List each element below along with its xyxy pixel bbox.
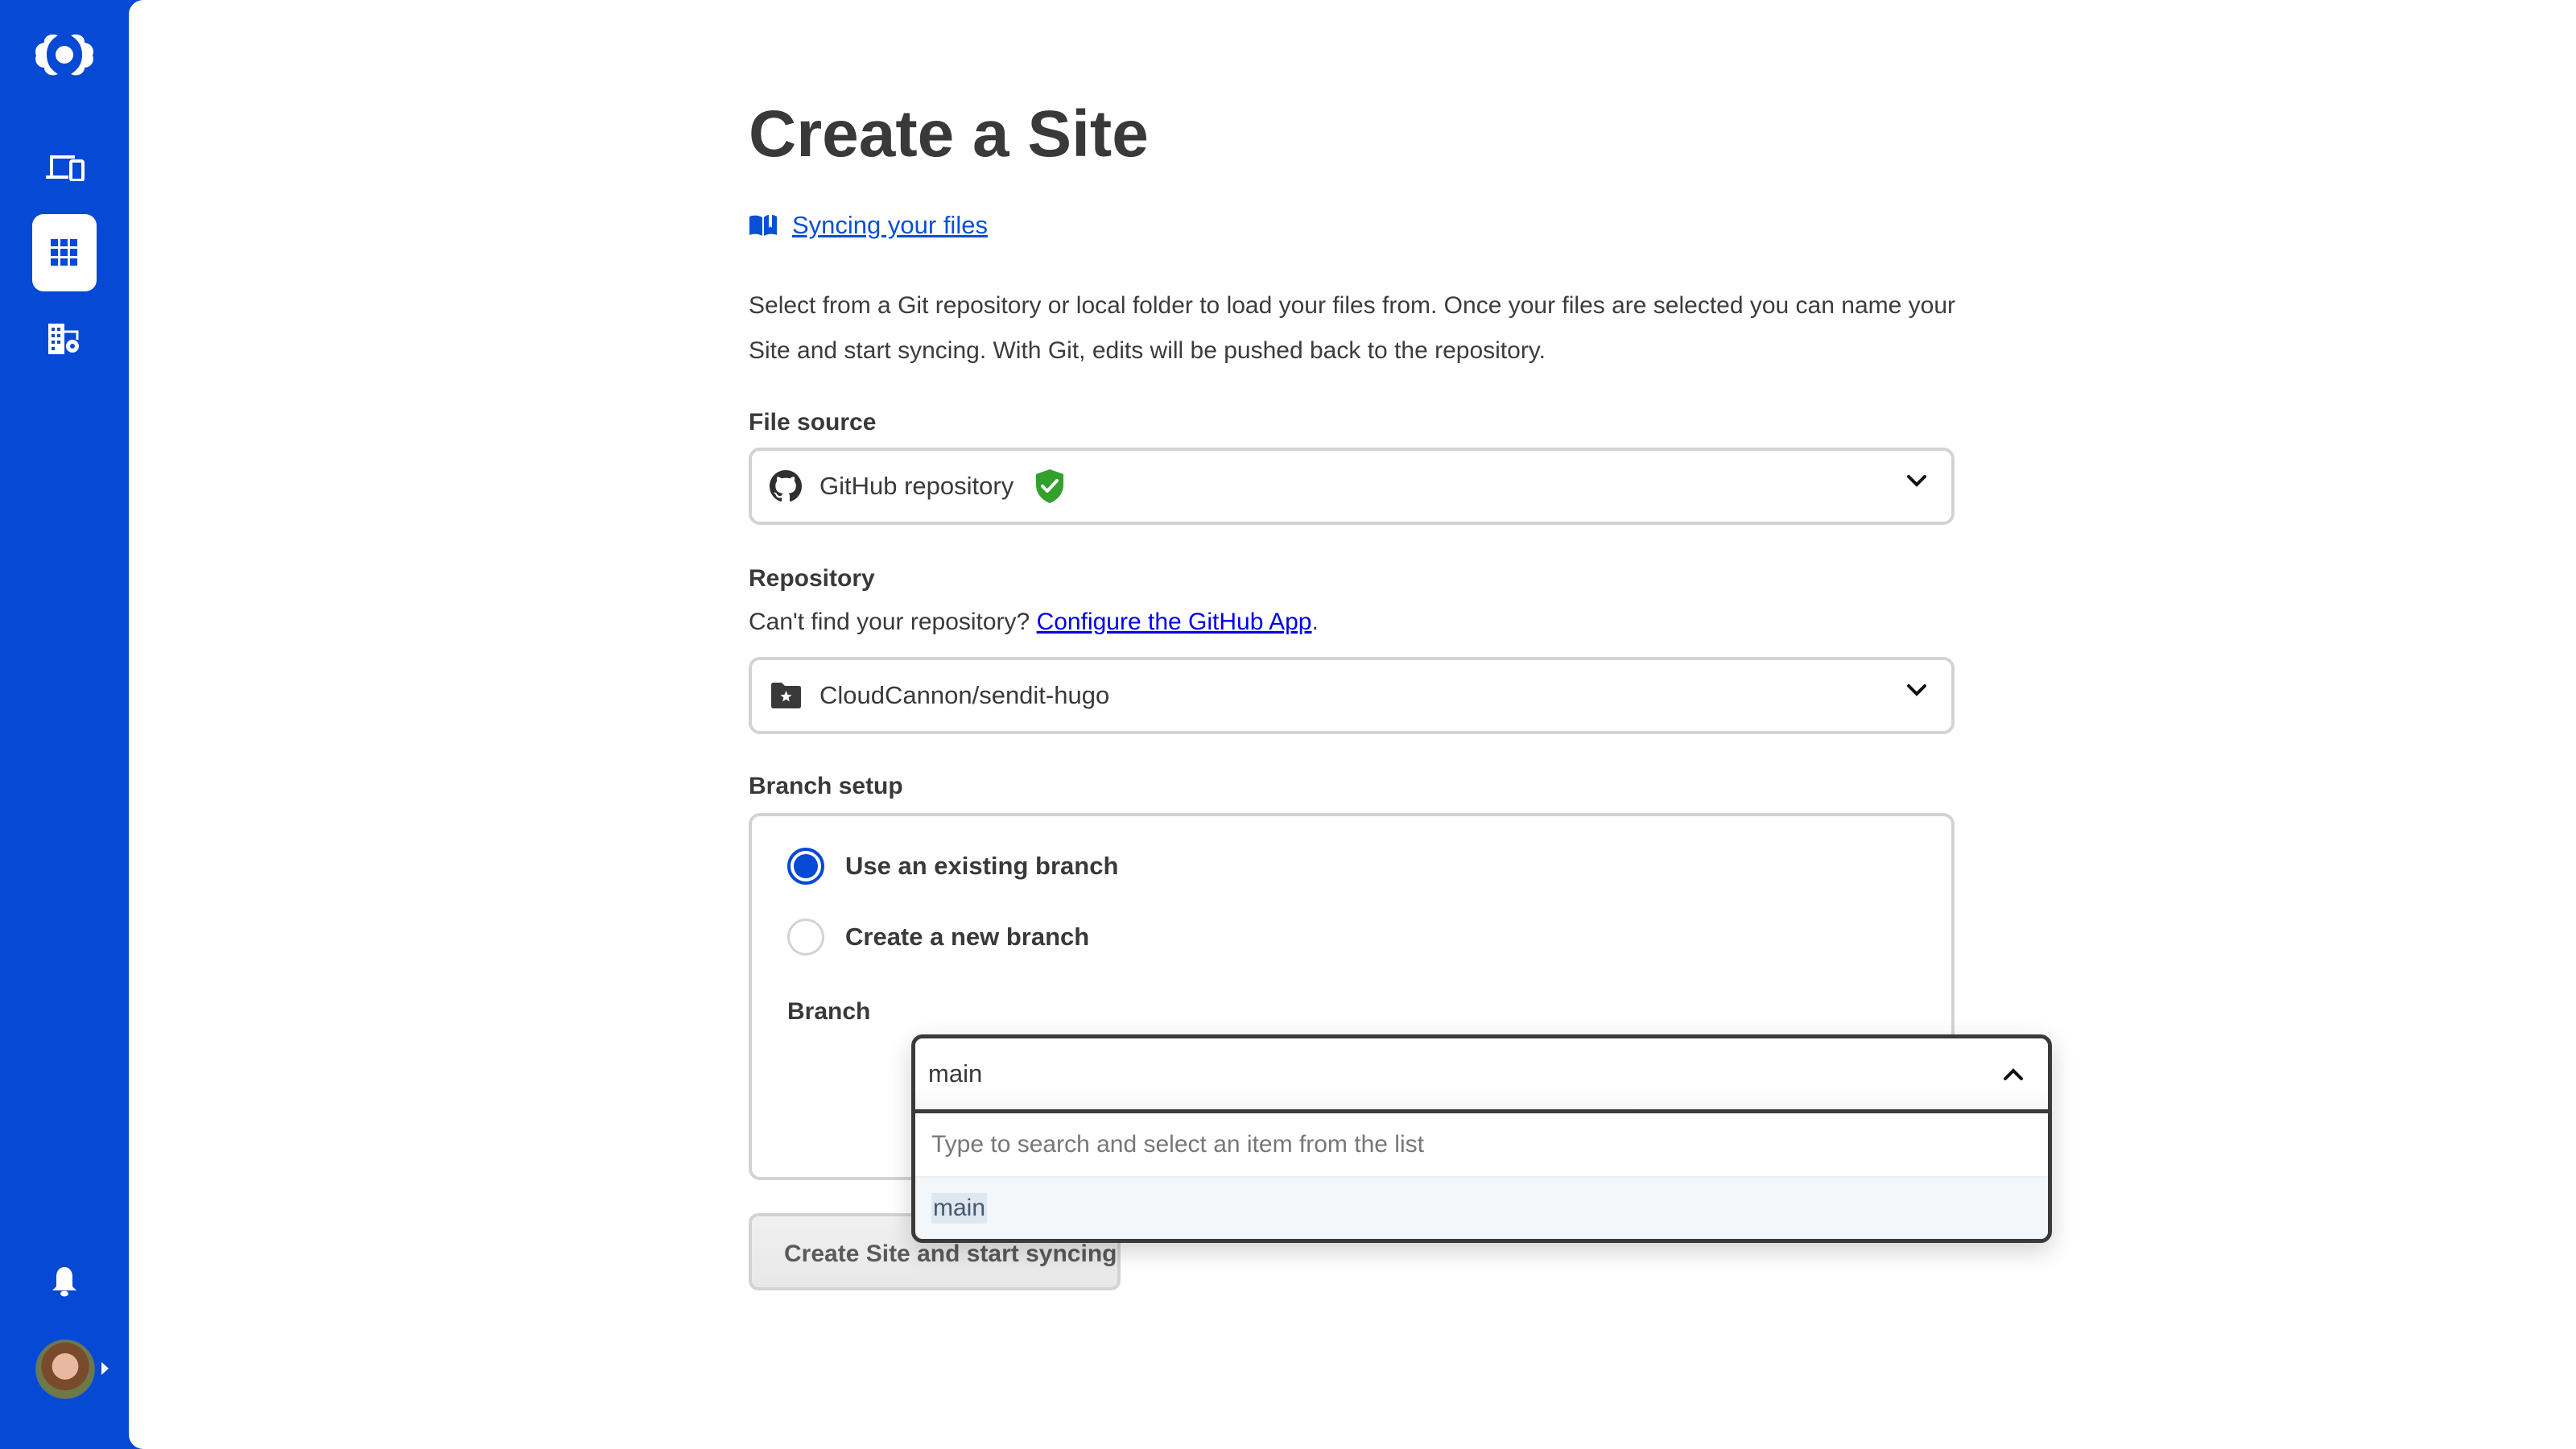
repository-value: CloudCannon/sendit-hugo xyxy=(819,681,1110,709)
main-panel: Create a Site Syncing your files Select … xyxy=(129,0,2576,1449)
dropdown-hint: Type to search and select an item from t… xyxy=(915,1113,2048,1178)
dropdown-option-main[interactable]: main xyxy=(915,1178,2048,1239)
helper-suffix: . xyxy=(1311,609,1319,635)
radio-label: Use an existing branch xyxy=(845,852,1119,880)
chevron-down-icon[interactable] xyxy=(1906,473,1927,492)
folder-star-icon xyxy=(768,682,803,709)
page-description: Select from a Git repository or local fo… xyxy=(749,292,1956,364)
dropdown-option-label: main xyxy=(931,1193,988,1224)
repository-label: Repository xyxy=(749,565,875,592)
radio-create-new-branch[interactable]: Create a new branch xyxy=(787,919,1089,956)
branch-combobox[interactable]: main Type to search and select an item f… xyxy=(911,1034,2052,1243)
radio-use-existing-branch[interactable]: Use an existing branch xyxy=(787,848,1118,885)
chevron-down-icon[interactable] xyxy=(1906,683,1927,701)
create-site-button-label: Create Site and start syncing xyxy=(784,1241,1117,1267)
sidebar-item-sites[interactable] xyxy=(32,214,97,291)
file-source-label: File source xyxy=(749,409,877,436)
radio-checked-icon[interactable] xyxy=(787,848,824,885)
devices-icon[interactable] xyxy=(0,150,129,185)
branch-input-value: main xyxy=(928,1059,983,1088)
cloudcannon-logo[interactable] xyxy=(0,24,129,85)
radio-label: Create a new branch xyxy=(845,923,1090,951)
chevron-up-icon[interactable] xyxy=(2003,1059,2024,1088)
page-title: Create a Site xyxy=(749,97,1149,171)
file-source-value: GitHub repository xyxy=(819,472,1014,500)
branch-input[interactable]: main xyxy=(915,1038,2048,1113)
caret-right-icon[interactable] xyxy=(101,1362,109,1375)
helper-text: Can't find your repository? xyxy=(749,609,1037,635)
syncing-files-link[interactable]: Syncing your files xyxy=(792,211,988,240)
sidebar xyxy=(0,0,129,1449)
apps-grid-icon xyxy=(51,239,77,266)
radio-unchecked-icon[interactable] xyxy=(787,919,824,956)
book-open-icon xyxy=(749,215,777,236)
repository-select[interactable]: CloudCannon/sendit-hugo xyxy=(749,657,1955,734)
shield-check-icon xyxy=(1034,469,1065,504)
user-avatar[interactable] xyxy=(35,1340,95,1399)
github-icon xyxy=(768,470,803,502)
configure-github-app-link[interactable]: Configure the GitHub App xyxy=(1037,609,1312,635)
branch-label: Branch xyxy=(787,998,871,1025)
docs-link-row: Syncing your files xyxy=(749,211,988,240)
repository-helper: Can't find your repository? Configure th… xyxy=(749,609,1319,636)
bell-icon[interactable] xyxy=(0,1262,129,1301)
organization-settings-icon[interactable] xyxy=(0,320,129,357)
file-source-select[interactable]: GitHub repository xyxy=(749,448,1955,525)
branch-setup-label: Branch setup xyxy=(749,773,903,799)
